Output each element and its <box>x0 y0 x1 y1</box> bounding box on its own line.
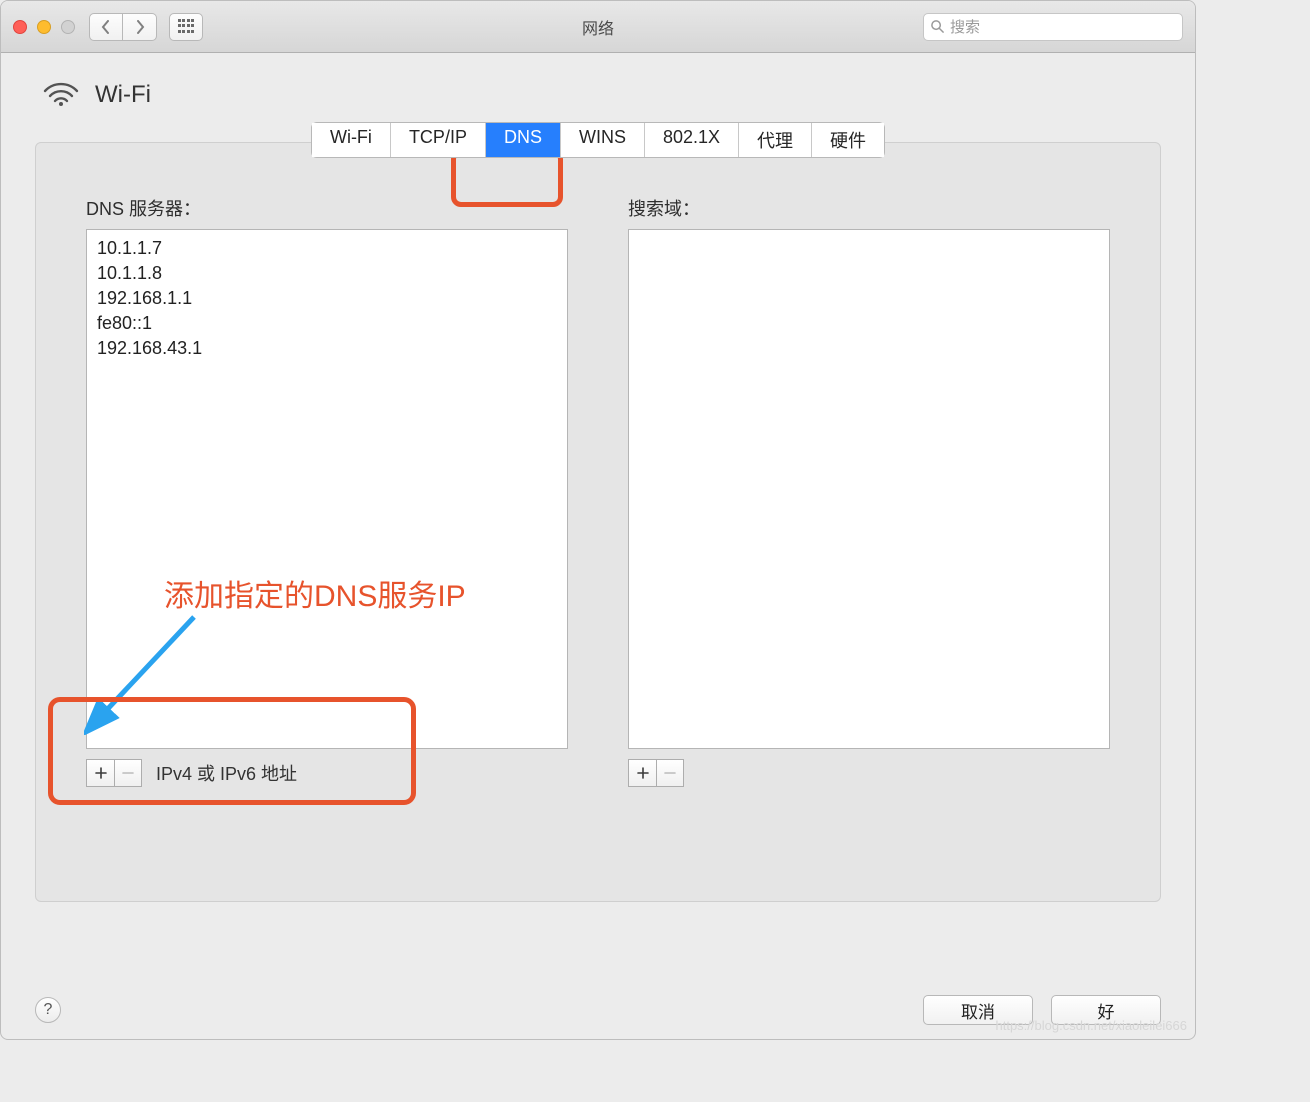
dns-server-item[interactable]: 10.1.1.8 <box>97 261 557 286</box>
pane-header: Wi-Fi <box>1 53 1195 122</box>
minus-icon <box>122 767 134 779</box>
dns-servers-column: DNS 服务器： 10.1.1.710.1.1.8192.168.1.1fe80… <box>86 195 568 787</box>
dns-servers-list[interactable]: 10.1.1.710.1.1.8192.168.1.1fe80::1192.16… <box>86 229 568 749</box>
fullscreen-window-button <box>61 20 75 34</box>
tab-dns[interactable]: DNS <box>486 123 561 157</box>
dns-server-item[interactable]: 192.168.1.1 <box>97 286 557 311</box>
chevron-left-icon <box>101 20 111 34</box>
wifi-icon <box>41 77 81 112</box>
search-domains-label: 搜索域： <box>628 195 1110 221</box>
nav-back-forward <box>89 13 157 41</box>
dns-hint: IPv4 或 IPv6 地址 <box>156 760 297 786</box>
search-placeholder: 搜索 <box>950 16 980 37</box>
titlebar: 网络 搜索 <box>1 1 1195 53</box>
close-window-button[interactable] <box>13 20 27 34</box>
tab-tcp-ip[interactable]: TCP/IP <box>391 123 486 157</box>
tab-bar: Wi-FiTCP/IPDNSWINS802.1X代理硬件 <box>311 122 885 158</box>
help-icon: ? <box>44 1001 53 1019</box>
minimize-window-button[interactable] <box>37 20 51 34</box>
forward-button[interactable] <box>123 13 157 41</box>
search-input[interactable]: 搜索 <box>923 13 1183 41</box>
pane-title: Wi-Fi <box>95 81 151 109</box>
grid-icon <box>178 19 194 35</box>
plus-icon <box>637 767 649 779</box>
search-domains-column: 搜索域： <box>628 195 1110 787</box>
dns-server-item[interactable]: 10.1.1.7 <box>97 236 557 261</box>
tab--[interactable]: 代理 <box>739 123 812 157</box>
show-all-button[interactable] <box>169 13 203 41</box>
minus-icon <box>664 767 676 779</box>
tab--[interactable]: 硬件 <box>812 123 884 157</box>
dns-server-item[interactable]: fe80::1 <box>97 311 557 336</box>
tab-wi-fi[interactable]: Wi-Fi <box>312 123 391 157</box>
window-title: 网络 <box>582 15 614 39</box>
remove-domain-button[interactable] <box>656 759 684 787</box>
preferences-window: 网络 搜索 Wi-Fi Wi-FiTCP/IPDNSWINS802.1X代理硬件… <box>0 0 1196 1040</box>
dns-server-item[interactable]: 192.168.43.1 <box>97 336 557 361</box>
back-button[interactable] <box>89 13 123 41</box>
watermark: https://blog.csdn.net/xiaoleilei666 <box>995 1018 1187 1033</box>
dns-panel: DNS 服务器： 10.1.1.710.1.1.8192.168.1.1fe80… <box>35 142 1161 902</box>
add-domain-button[interactable] <box>628 759 656 787</box>
window-controls <box>13 20 75 34</box>
dns-servers-label: DNS 服务器： <box>86 195 568 221</box>
search-domains-list[interactable] <box>628 229 1110 749</box>
search-icon <box>930 19 945 34</box>
chevron-right-icon <box>135 20 145 34</box>
remove-dns-button[interactable] <box>114 759 142 787</box>
add-dns-button[interactable] <box>86 759 114 787</box>
tab-802-1x[interactable]: 802.1X <box>645 123 739 157</box>
tab-wins[interactable]: WINS <box>561 123 645 157</box>
help-button[interactable]: ? <box>35 997 61 1023</box>
plus-icon <box>95 767 107 779</box>
